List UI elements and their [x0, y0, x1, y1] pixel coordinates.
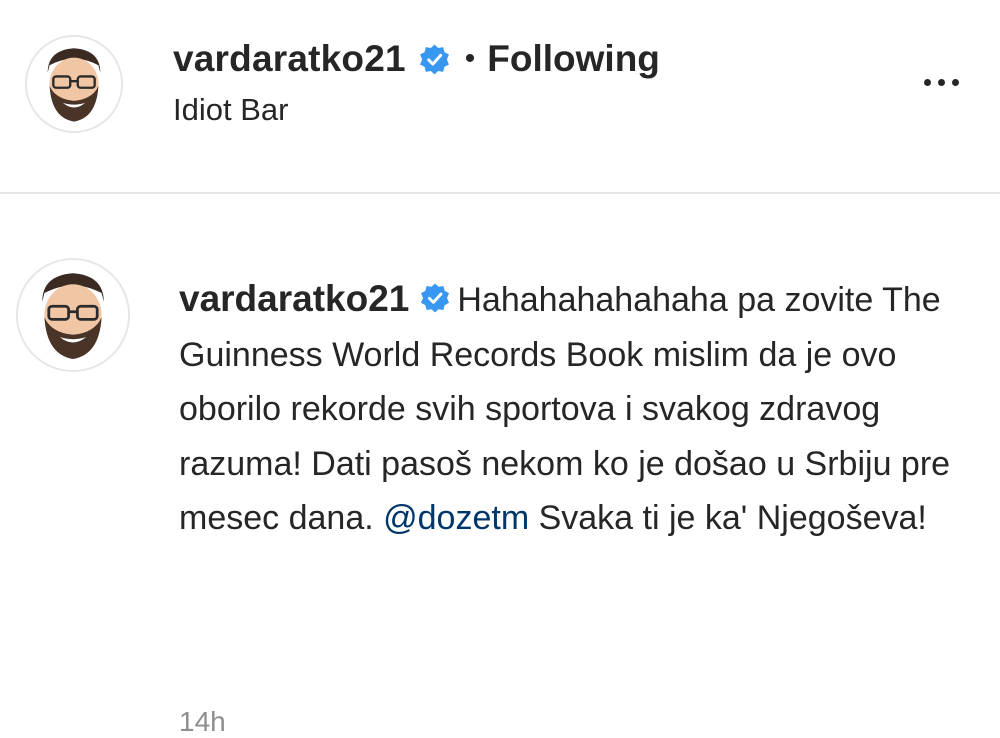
comment-text-part: Svaka ti je ka' Njegoševa!: [529, 499, 927, 537]
post-location[interactable]: Idiot Bar: [173, 92, 288, 128]
more-options-button[interactable]: [915, 60, 967, 104]
caption-comment: vardaratko21 Hahahahahahaha pa zovite The…: [0, 194, 1000, 737]
more-options-icon: [937, 78, 945, 86]
comment-timestamp[interactable]: 14h: [179, 706, 226, 738]
bearded-man-avatar-icon: [18, 260, 128, 370]
comment-author-username[interactable]: vardaratko21: [179, 278, 409, 319]
verified-badge-icon: [418, 43, 451, 76]
post-author-row: vardaratko21 • Following: [173, 38, 660, 80]
comment-author-avatar[interactable]: [16, 258, 130, 372]
mention-link[interactable]: @dozetm: [383, 499, 529, 537]
post-header: vardaratko21 • Following Idiot Bar: [0, 0, 1000, 192]
bearded-man-avatar-icon: [27, 37, 121, 131]
verified-badge-icon: [419, 276, 451, 313]
more-options-icon: [923, 78, 931, 86]
following-button[interactable]: Following: [487, 38, 660, 80]
more-options-icon: [951, 78, 959, 86]
comment-text: vardaratko21 Hahahahahahaha pa zovite The…: [179, 272, 959, 546]
separator-dot: •: [464, 42, 476, 75]
post-author-avatar[interactable]: [25, 35, 123, 133]
post-author-username[interactable]: vardaratko21: [173, 38, 406, 80]
